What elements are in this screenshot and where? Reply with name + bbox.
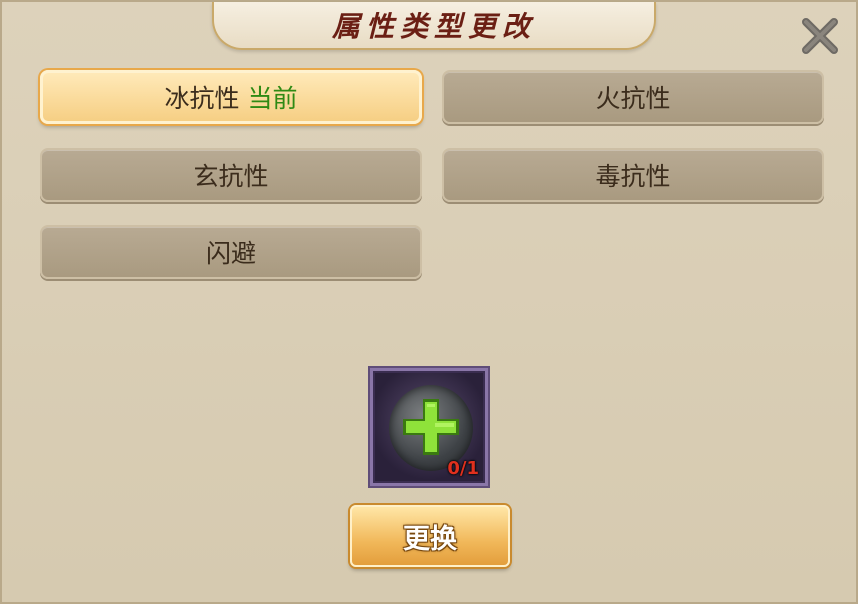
close-button[interactable] — [798, 14, 842, 58]
title-banner: 属性类型更改 — [212, 2, 656, 50]
dialog-title: 属性类型更改 — [331, 10, 536, 43]
option-fire-resistance[interactable]: 火抗性 — [442, 70, 824, 124]
option-poison-resistance[interactable]: 毒抗性 — [442, 148, 824, 202]
close-icon — [802, 18, 838, 54]
option-label: 火抗性 — [595, 84, 671, 113]
option-label: 闪避 — [205, 239, 256, 268]
plus-icon — [403, 399, 459, 455]
item-slot[interactable]: 0/1 — [370, 368, 488, 486]
item-count: 0/1 — [447, 458, 479, 479]
swap-button-label: 更换 — [403, 523, 457, 555]
dialog-panel: 属性类型更改 冰抗性 当前 火抗性 玄抗性 毒抗性 闪避 0/1 更换 — [0, 0, 858, 604]
current-status: 当前 — [247, 84, 298, 113]
option-label: 毒抗性 — [595, 162, 671, 191]
option-label: 玄抗性 — [193, 162, 269, 191]
option-dodge[interactable]: 闪避 — [40, 225, 422, 279]
swap-button[interactable]: 更换 — [350, 505, 510, 567]
option-label: 冰抗性 — [164, 84, 240, 113]
option-ice-resistance[interactable]: 冰抗性 当前 — [40, 70, 422, 124]
option-mystic-resistance[interactable]: 玄抗性 — [40, 148, 422, 202]
